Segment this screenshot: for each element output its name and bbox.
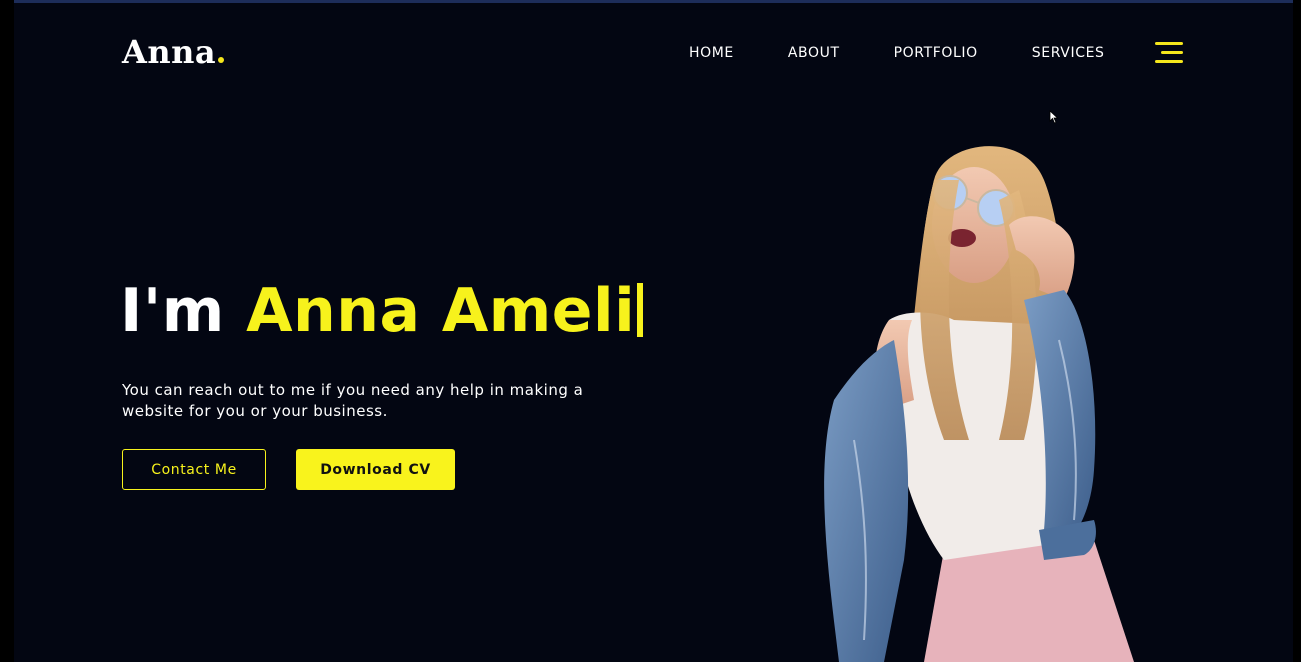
logo-dot — [218, 57, 225, 63]
mouse-cursor-icon — [1049, 109, 1059, 128]
page: Anna HOME ABOUT PORTFOLIO SERVICES I'm A… — [14, 0, 1293, 662]
hero-title: I'm Anna Ameli — [120, 276, 644, 346]
logo-text: Anna — [122, 33, 217, 71]
hero-subtitle: You can reach out to me if you need any … — [122, 381, 584, 420]
top-border — [14, 0, 1293, 3]
main-nav: HOME ABOUT PORTFOLIO SERVICES — [689, 45, 1159, 61]
nav-portfolio[interactable]: PORTFOLIO — [894, 45, 978, 61]
profile-photo — [794, 140, 1154, 662]
hamburger-menu-icon[interactable] — [1155, 42, 1185, 66]
hero-greeting: I'm — [120, 276, 225, 346]
hero-name: Anna Ameli — [246, 276, 636, 346]
nav-services[interactable]: SERVICES — [1032, 45, 1105, 61]
contact-me-button[interactable]: Contact Me — [122, 449, 266, 490]
typing-caret — [637, 283, 644, 337]
nav-home[interactable]: HOME — [689, 45, 734, 61]
download-cv-button[interactable]: Download CV — [296, 449, 455, 490]
nav-about[interactable]: ABOUT — [788, 45, 840, 61]
logo[interactable]: Anna — [122, 33, 225, 71]
